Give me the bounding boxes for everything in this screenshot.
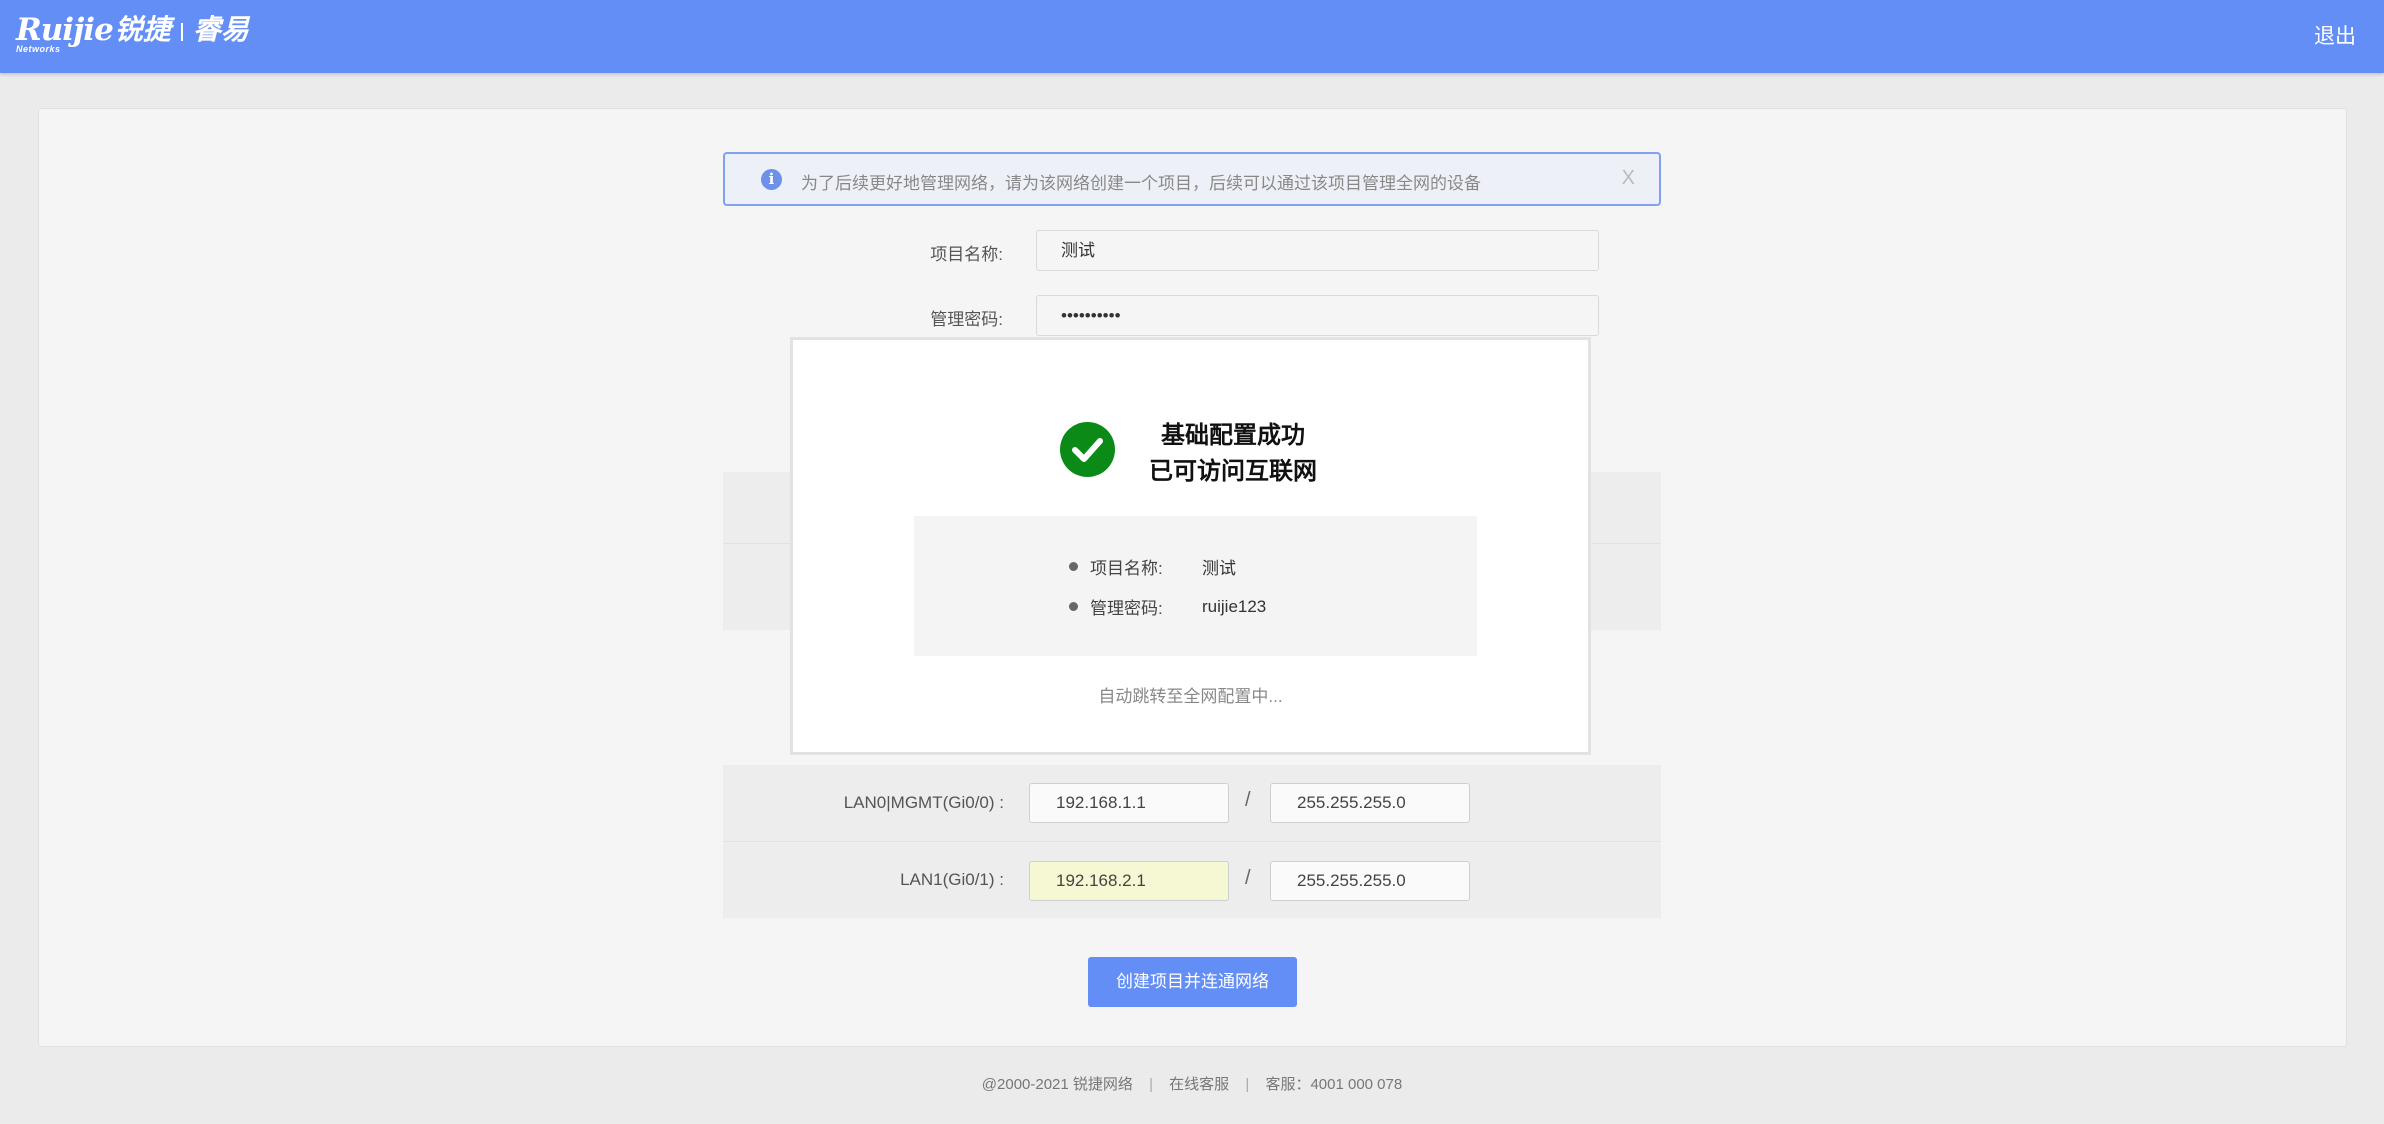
project-name-input[interactable]: 测试 [1036, 230, 1599, 271]
bullet-icon [1069, 602, 1078, 611]
summary-project-name: 项目名称: 测试 [1069, 554, 1236, 579]
create-project-button[interactable]: 创建项目并连通网络 [1088, 957, 1297, 1007]
logout-button[interactable]: 退出 [2314, 20, 2356, 50]
footer-online-service-link[interactable]: 在线客服 [1169, 1076, 1229, 1093]
lan0-label: LAN0|MGMT(Gi0/0) : [843, 793, 1004, 812]
info-icon: i [761, 169, 782, 190]
logo-sub: Networks [16, 44, 61, 54]
summary-label: 管理密码: [1090, 599, 1163, 618]
footer-hotline: 客服：4001 000 078 [1265, 1076, 1403, 1093]
close-icon[interactable]: X [1622, 167, 1635, 190]
footer: @2000-2021 锐捷网络 | 在线客服 | 客服：4001 000 078 [0, 1073, 2384, 1094]
summary-value: 测试 [1202, 559, 1236, 578]
summary-label: 项目名称: [1090, 559, 1163, 578]
summary-box: 项目名称: 测试 管理密码: ruijie123 [914, 516, 1477, 656]
summary-value: ruijie123 [1202, 596, 1267, 616]
lan0-mask-input[interactable]: 255.255.255.0 [1270, 783, 1470, 823]
top-header: Ruijie Networks 锐捷 睿易 退出 [0, 0, 2384, 73]
check-circle-icon [1060, 422, 1115, 477]
redirect-text: 自动跳转至全网配置中... [1098, 687, 1283, 706]
project-name-label: 项目名称: [930, 245, 1003, 264]
lan1-ip-input[interactable]: 192.168.2.1 [1029, 861, 1229, 901]
password-label: 管理密码: [930, 310, 1003, 329]
password-input[interactable]: •••••••••• [1036, 295, 1599, 336]
success-title: 基础配置成功 已可访问互联网 [1123, 418, 1343, 490]
footer-copyright: @2000-2021 锐捷网络 [981, 1076, 1133, 1093]
logo-cn: 锐捷 [114, 14, 171, 45]
logo-divider [180, 23, 183, 41]
footer-divider: | [1245, 1076, 1250, 1093]
success-modal: 基础配置成功 已可访问互联网 项目名称: 测试 管理密码: ruijie123 … [790, 337, 1591, 755]
lan0-ip-input[interactable]: 192.168.1.1 [1029, 783, 1229, 823]
footer-divider: | [1149, 1076, 1153, 1093]
slash-separator: / [1245, 867, 1251, 889]
alert-text: 为了后续更好地管理网络，请为该网络创建一个项目，后续可以通过该项目管理全网的设备 [801, 174, 1481, 193]
logo-brand: Ruijie [16, 12, 114, 48]
success-title-line1: 基础配置成功 [1161, 422, 1305, 449]
bullet-icon [1069, 562, 1078, 571]
logo-product: 睿易 [192, 14, 249, 45]
success-title-line2: 已可访问互联网 [1149, 458, 1317, 485]
lan1-label: LAN1(Gi0/1) : [900, 870, 1004, 889]
info-alert: i 为了后续更好地管理网络，请为该网络创建一个项目，后续可以通过该项目管理全网的… [723, 152, 1661, 206]
ruijie-logo: Ruijie Networks 锐捷 睿易 [16, 12, 249, 54]
slash-separator: / [1245, 789, 1251, 811]
summary-password: 管理密码: ruijie123 [1069, 594, 1266, 619]
lan1-mask-input[interactable]: 255.255.255.0 [1270, 861, 1470, 901]
